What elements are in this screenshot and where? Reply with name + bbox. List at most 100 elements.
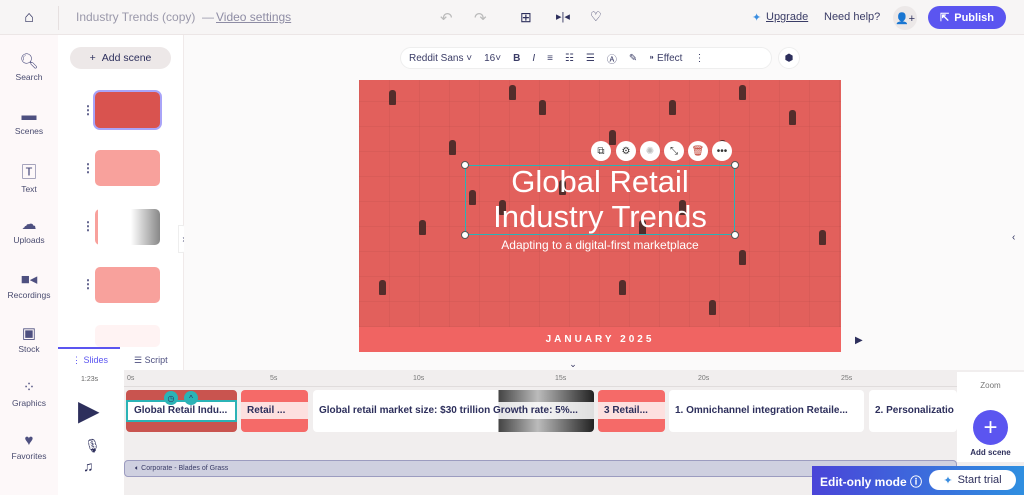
rail-favorites[interactable]: ♥ Favorites xyxy=(0,432,58,461)
heart-icon: ♥ xyxy=(24,432,34,449)
font-size-select[interactable]: 16˅ xyxy=(484,53,501,64)
delete-icon[interactable]: 🗑︎ xyxy=(688,141,708,161)
tab-slides[interactable]: ⋮ Slides xyxy=(72,355,108,366)
edit-only-banner: Edit-only mode ⓘ ✦ Start trial xyxy=(812,466,1024,495)
redo-icon[interactable]: ↷ xyxy=(474,9,487,27)
split-icon[interactable]: ▸|◂ xyxy=(556,10,570,23)
chevron-up-icon[interactable]: ^ xyxy=(184,391,198,405)
resize-handle[interactable] xyxy=(461,231,469,239)
rail-label: Uploads xyxy=(13,235,45,245)
rail-uploads[interactable]: ☁ Uploads xyxy=(0,215,58,245)
translate-icon[interactable]: ⧉ xyxy=(591,141,611,161)
sparkle-icon: ✦ xyxy=(943,474,953,487)
highlight-icon[interactable]: ✎ xyxy=(629,53,637,64)
play-preview-icon[interactable]: ▶ xyxy=(855,335,863,346)
effect-label: Effect xyxy=(657,52,683,64)
bullet-list-icon[interactable]: ☷ xyxy=(565,53,574,64)
collapse-timeline-icon[interactable]: ⌄ xyxy=(560,358,586,370)
more-icon[interactable]: ⋮ xyxy=(82,277,94,291)
tick-label: 0s xyxy=(127,375,135,382)
zoom-label[interactable]: Zoom xyxy=(957,381,1024,390)
timeline-controls xyxy=(58,370,124,495)
invite-user-icon[interactable]: 👤+ xyxy=(893,6,917,30)
timing-icon[interactable]: ◷ xyxy=(164,391,178,405)
text-color-icon[interactable]: Ⓐ xyxy=(607,51,617,66)
layers-icon[interactable]: ⬢ xyxy=(778,47,800,69)
left-rail: 🔍︎ Search ▬ Scenes 🅃 Text ☁ Uploads ■◂ Record… xyxy=(0,35,58,495)
expand-right-panel-icon[interactable]: ‹ xyxy=(1012,232,1015,243)
more-icon[interactable]: ⋮ xyxy=(82,103,94,117)
timeline-clip[interactable]: 3 Retail... xyxy=(598,390,665,432)
timeline-clip[interactable]: Global Retail Indu... ◷ ^ xyxy=(126,390,237,432)
info-icon[interactable]: ⓘ xyxy=(910,475,922,489)
effect-button[interactable]: ⁍ Effect xyxy=(649,53,682,64)
scene-thumbnail-4[interactable] xyxy=(95,267,160,303)
rail-label: Search xyxy=(15,72,43,82)
home-icon[interactable]: ⌂ xyxy=(18,8,40,28)
sparkle-icon: ✦ xyxy=(752,12,762,24)
resize-handle[interactable] xyxy=(461,161,469,169)
scene-thumbnail-2[interactable] xyxy=(95,150,160,186)
font-select[interactable]: Reddit Sans ˅ xyxy=(409,53,472,64)
scene-thumbnail-3[interactable] xyxy=(95,209,160,245)
slide-subtitle[interactable]: Adapting to a digital-first marketplace xyxy=(359,238,841,252)
grid-icon[interactable]: ⊞ xyxy=(520,9,532,26)
add-scene-label[interactable]: Add scene xyxy=(957,448,1024,457)
resize-handle[interactable] xyxy=(731,231,739,239)
rail-search[interactable]: 🔍︎ Search xyxy=(0,52,58,82)
align-center-icon[interactable]: ≡ xyxy=(547,53,553,64)
image-icon: ▣ xyxy=(21,325,37,342)
heart-icon[interactable]: ♡ xyxy=(590,9,602,25)
more-icon[interactable]: ⋮ xyxy=(82,161,94,175)
selection-box[interactable] xyxy=(461,161,739,239)
add-scene-button[interactable]: + Add scene xyxy=(70,47,171,69)
timeline-clip[interactable]: Global retail market size: $30 trillion … xyxy=(313,390,594,432)
rail-text[interactable]: 🅃 Text xyxy=(0,161,58,194)
add-scene-plus-button[interactable]: + xyxy=(973,410,1008,445)
numbered-list-icon[interactable]: ☰ xyxy=(586,53,595,64)
timeline-clip[interactable]: 1. Omnichannel integration Retaile... xyxy=(669,390,864,432)
italic-icon[interactable]: I xyxy=(532,53,535,64)
clip-label: Global Retail Indu... xyxy=(126,400,237,422)
rail-recordings[interactable]: ■◂ Recordings xyxy=(0,270,58,300)
project-title[interactable]: Industry Trends (copy) xyxy=(76,10,195,24)
effects-icon[interactable]: ✺ xyxy=(640,141,660,161)
rail-graphics[interactable]: ⁘ Graphics xyxy=(0,378,58,408)
bold-icon[interactable]: B xyxy=(513,53,520,64)
video-settings-link[interactable]: Video settings xyxy=(216,10,291,24)
timeline-ruler[interactable] xyxy=(124,373,957,387)
music-icon[interactable]: ♫ xyxy=(83,458,94,474)
need-help-link[interactable]: Need help? xyxy=(824,11,880,23)
font-name: Reddit Sans xyxy=(409,52,464,64)
shapes-icon: ⁘ xyxy=(22,379,36,396)
audio-track-name: Corporate - Blades of Grass xyxy=(141,465,229,472)
more-icon[interactable]: ⋮ xyxy=(82,219,94,233)
clip-label: 1. Omnichannel integration Retaile... xyxy=(669,402,864,419)
rail-label: Text xyxy=(21,184,37,194)
more-icon[interactable]: ••• xyxy=(712,141,732,161)
resize-handle[interactable] xyxy=(731,161,739,169)
resize-icon[interactable]: ⤡ xyxy=(664,141,684,161)
publish-button[interactable]: ⇱ Publish xyxy=(928,6,1006,29)
divider xyxy=(58,6,59,30)
scene-thumbnail-5[interactable] xyxy=(95,325,160,347)
animate-icon[interactable]: ⚙ xyxy=(616,141,636,161)
play-button[interactable]: ▶ xyxy=(78,394,100,427)
clip-label: Global retail market size: $30 trillion … xyxy=(313,402,594,419)
upgrade-link[interactable]: Upgrade xyxy=(766,11,808,23)
undo-icon[interactable]: ↶ xyxy=(440,9,453,27)
microphone-icon[interactable]: 🎙︎ xyxy=(84,438,101,454)
rail-label: Recordings xyxy=(7,290,51,300)
tick-label: 25s xyxy=(841,375,853,382)
rail-stock[interactable]: ▣ Stock xyxy=(0,324,58,354)
scene-thumbnail-1[interactable] xyxy=(95,92,160,128)
slide-footer-date[interactable]: JANUARY 2025 xyxy=(359,327,841,352)
clip-label: Retail ... xyxy=(241,402,308,419)
clip-label: 3 Retail... xyxy=(598,402,665,419)
timeline-clip[interactable]: Retail ... xyxy=(241,390,308,432)
timeline-clip[interactable]: 2. Personalizatio xyxy=(869,390,957,432)
rail-scenes[interactable]: ▬ Scenes xyxy=(0,107,58,136)
more-icon[interactable]: ⋮ xyxy=(694,53,704,64)
start-trial-button[interactable]: ✦ Start trial xyxy=(929,470,1016,490)
tab-script[interactable]: ☰ Script xyxy=(134,355,168,366)
